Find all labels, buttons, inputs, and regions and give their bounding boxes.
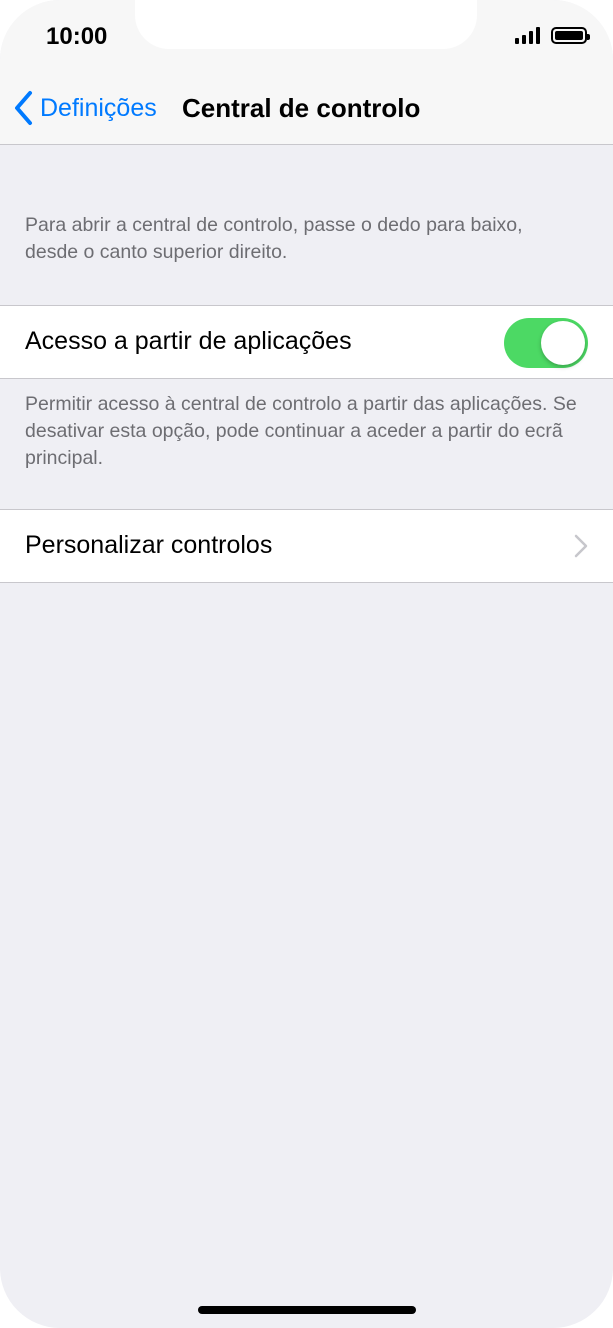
phone-screen: 10:00 Definições Central de controlo Par…	[0, 0, 613, 1328]
back-chevron-icon	[15, 91, 32, 125]
notch	[135, 0, 477, 49]
status-icons	[515, 27, 590, 44]
navigation-bar: Definições Central de controlo	[0, 86, 613, 130]
access-from-apps-label: Acesso a partir de aplicações	[25, 327, 352, 355]
battery-icon	[551, 27, 590, 44]
header-description: Para abrir a central de controlo, passe …	[25, 214, 523, 263]
back-label: Definições	[40, 93, 157, 122]
access-from-apps-row: Acesso a partir de aplicações	[0, 305, 613, 379]
toggle-knob	[541, 321, 585, 365]
status-time: 10:00	[46, 23, 108, 50]
home-indicator[interactable]	[198, 1306, 416, 1314]
access-description: Permitir acesso à central de controlo a …	[25, 393, 577, 469]
signal-icon	[515, 27, 540, 44]
chevron-right-icon	[574, 534, 588, 558]
back-button[interactable]: Definições	[12, 90, 157, 126]
customize-controls-label: Personalizar controlos	[25, 531, 273, 559]
customize-controls-row[interactable]: Personalizar controlos	[0, 509, 613, 583]
page-title: Central de controlo	[182, 93, 421, 123]
access-from-apps-toggle[interactable]	[504, 318, 588, 368]
